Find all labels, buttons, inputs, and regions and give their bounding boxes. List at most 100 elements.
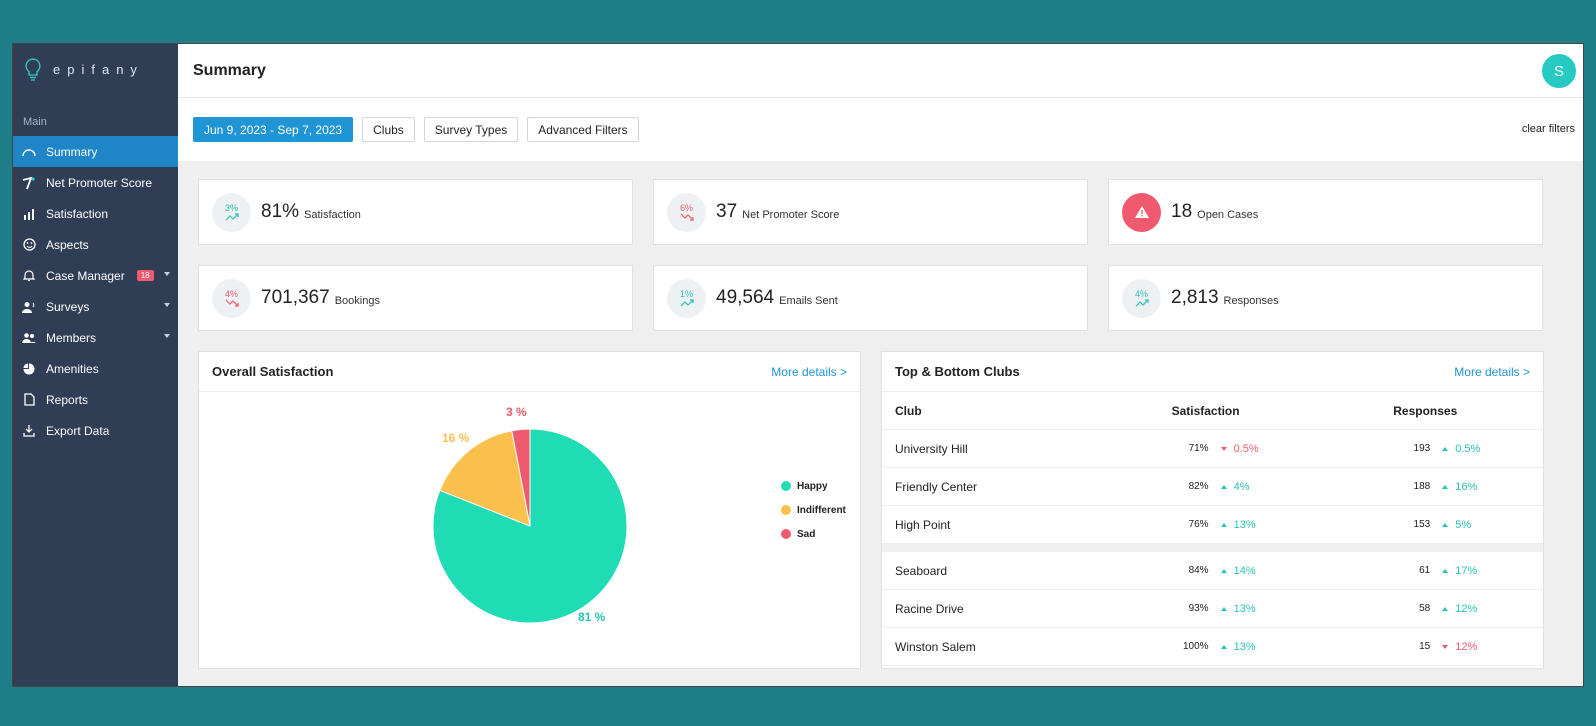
table-row[interactable]: Friendly Center 82% 4% 188 16% xyxy=(882,468,1543,506)
legend-label: Indifferent xyxy=(797,504,846,516)
top-bar: Summary S xyxy=(178,44,1583,98)
pie-label-indifferent: 16 % xyxy=(442,431,470,445)
responses-cell: 61 17% xyxy=(1393,565,1543,577)
sidebar-item-surveys[interactable]: Surveys xyxy=(13,291,178,322)
table-row[interactable]: Winston Salem 100% 13% 15 12% xyxy=(882,628,1543,666)
sidebar-item-label: Aspects xyxy=(46,237,89,252)
arrow-up-icon xyxy=(1220,568,1227,573)
stat-card-responses[interactable]: 4% 2,813 Responses xyxy=(1108,265,1543,331)
trend-indicator: 3% xyxy=(212,192,251,232)
stat-value: 18 xyxy=(1171,201,1193,222)
sidebar-item-reports[interactable]: Reports xyxy=(13,384,178,415)
sidebar-item-summary[interactable]: Summary xyxy=(13,136,178,167)
trend-indicator: 1% xyxy=(667,278,706,318)
stat-card-open-cases[interactable]: 18 Open Cases xyxy=(1108,179,1543,245)
arrow-up-icon xyxy=(1220,522,1227,527)
speedometer-icon xyxy=(22,145,36,159)
brand[interactable]: epifany xyxy=(13,44,178,94)
satisfaction-value: 84% xyxy=(1188,565,1209,576)
sidebar-item-label: Net Promoter Score xyxy=(46,175,153,190)
pie-label-sad: 3 % xyxy=(506,405,527,419)
chevron-down-icon[interactable] xyxy=(164,272,170,276)
column-header-club[interactable]: Club xyxy=(882,404,1172,418)
sidebar-item-label: Export Data xyxy=(46,423,110,438)
stat-value: 49,564 xyxy=(716,287,775,308)
trend-up-icon xyxy=(1135,299,1149,307)
sidebar: epifany Main Summary Net Promoter Score … xyxy=(13,44,178,686)
trend-indicator: 4% xyxy=(212,278,251,318)
responses-value: 15 xyxy=(1419,641,1431,652)
advanced-filters-button[interactable]: Advanced Filters xyxy=(527,117,639,142)
sidebar-item-export-data[interactable]: Export Data xyxy=(13,415,178,446)
sidebar-item-aspects[interactable]: Aspects xyxy=(13,229,178,260)
more-details-link[interactable]: More details > xyxy=(771,365,847,379)
pie-icon xyxy=(22,362,36,376)
sidebar-item-net-promoter-score[interactable]: Net Promoter Score xyxy=(13,167,178,198)
delta-value: 5% xyxy=(1455,518,1472,531)
trend-up-icon xyxy=(680,299,694,307)
satisfaction-delta: 14% xyxy=(1220,565,1256,577)
stat-card-emails-sent[interactable]: 1% 49,564 Emails Sent xyxy=(653,265,1088,331)
responses-value: 193 xyxy=(1413,443,1431,454)
stat-value: 81% xyxy=(261,201,300,222)
legend-item-indifferent[interactable]: Indifferent xyxy=(781,498,846,522)
section-label-main: Main xyxy=(23,116,47,128)
more-details-link[interactable]: More details > xyxy=(1454,365,1530,379)
delta-value: 0.5% xyxy=(1233,442,1259,455)
satisfaction-cell: 82% 4% xyxy=(1172,481,1394,493)
responses-cell: 188 16% xyxy=(1393,481,1543,493)
trend-percent: 4% xyxy=(224,289,238,299)
legend-item-sad[interactable]: Sad xyxy=(781,522,846,546)
legend-dot xyxy=(781,529,791,539)
delta-value: 0.5% xyxy=(1455,442,1481,455)
chevron-down-icon[interactable] xyxy=(164,303,170,307)
satisfaction-delta: 0.5% xyxy=(1220,442,1259,455)
stat-value: 701,367 xyxy=(261,287,330,308)
sidebar-item-label: Amenities xyxy=(46,361,99,376)
delta-value: 13% xyxy=(1233,640,1256,653)
sidebar-item-label: Reports xyxy=(46,392,89,407)
chevron-down-icon[interactable] xyxy=(164,334,170,338)
arrow-up-icon xyxy=(1220,644,1227,649)
table-row[interactable]: Racine Drive 93% 13% 58 12% xyxy=(882,590,1543,628)
avatar[interactable]: S xyxy=(1542,54,1576,88)
smiley-icon xyxy=(22,238,36,252)
warning-icon xyxy=(1122,192,1161,232)
top-bottom-clubs-panel: Top & Bottom Clubs More details > Club S… xyxy=(881,351,1544,669)
stat-card-satisfaction[interactable]: 3% 81% Satisfaction xyxy=(198,179,633,245)
satisfaction-value: 82% xyxy=(1188,481,1209,492)
table-row[interactable]: University Hill 71% 0.5% 193 0.5% xyxy=(882,430,1543,468)
sidebar-item-case-manager[interactable]: Case Manager 18 xyxy=(13,260,178,291)
sidebar-item-amenities[interactable]: Amenities xyxy=(13,353,178,384)
date-range-button[interactable]: Jun 9, 2023 - Sep 7, 2023 xyxy=(193,117,354,142)
satisfaction-cell: 76% 13% xyxy=(1172,519,1394,531)
filter-bar: Jun 9, 2023 - Sep 7, 2023 Clubs Survey T… xyxy=(178,98,1583,161)
satisfaction-cell: 84% 14% xyxy=(1172,565,1394,577)
trend-up-icon xyxy=(225,213,239,221)
table-row[interactable]: High Point 76% 13% 153 5% xyxy=(882,506,1543,544)
clear-filters-link[interactable]: clear filters xyxy=(1522,123,1575,135)
brand-name: epifany xyxy=(53,61,144,77)
satisfaction-delta: 13% xyxy=(1220,603,1256,615)
table-row[interactable]: Seaboard 84% 14% 61 17% xyxy=(882,552,1543,590)
arrow-down-icon xyxy=(1442,644,1449,649)
legend-item-happy[interactable]: Happy xyxy=(781,474,846,498)
clubs-filter-button[interactable]: Clubs xyxy=(362,117,415,142)
responses-cell: 15 12% xyxy=(1393,641,1543,653)
stat-card-nps[interactable]: 6% 37 Net Promoter Score xyxy=(653,179,1088,245)
stat-card-bookings[interactable]: 4% 701,367 Bookings xyxy=(198,265,633,331)
column-header-responses[interactable]: Responses xyxy=(1393,404,1543,418)
trend-percent: 3% xyxy=(224,203,238,213)
arrow-up-icon xyxy=(1442,606,1449,611)
column-header-satisfaction[interactable]: Satisfaction xyxy=(1172,404,1394,418)
top-clubs-rows: University Hill 71% 0.5% 193 0.5% Friendly Ce… xyxy=(882,430,1543,544)
survey-types-filter-button[interactable]: Survey Types xyxy=(423,117,519,142)
responses-cell: 153 5% xyxy=(1393,519,1543,531)
sidebar-item-satisfaction[interactable]: Satisfaction xyxy=(13,198,178,229)
bell-icon xyxy=(22,269,36,283)
responses-delta: 12% xyxy=(1442,603,1477,615)
responses-cell: 193 0.5% xyxy=(1393,443,1543,455)
sidebar-item-members[interactable]: Members xyxy=(13,322,178,353)
case-count-badge: 18 xyxy=(136,270,154,281)
responses-value: 61 xyxy=(1419,565,1431,576)
